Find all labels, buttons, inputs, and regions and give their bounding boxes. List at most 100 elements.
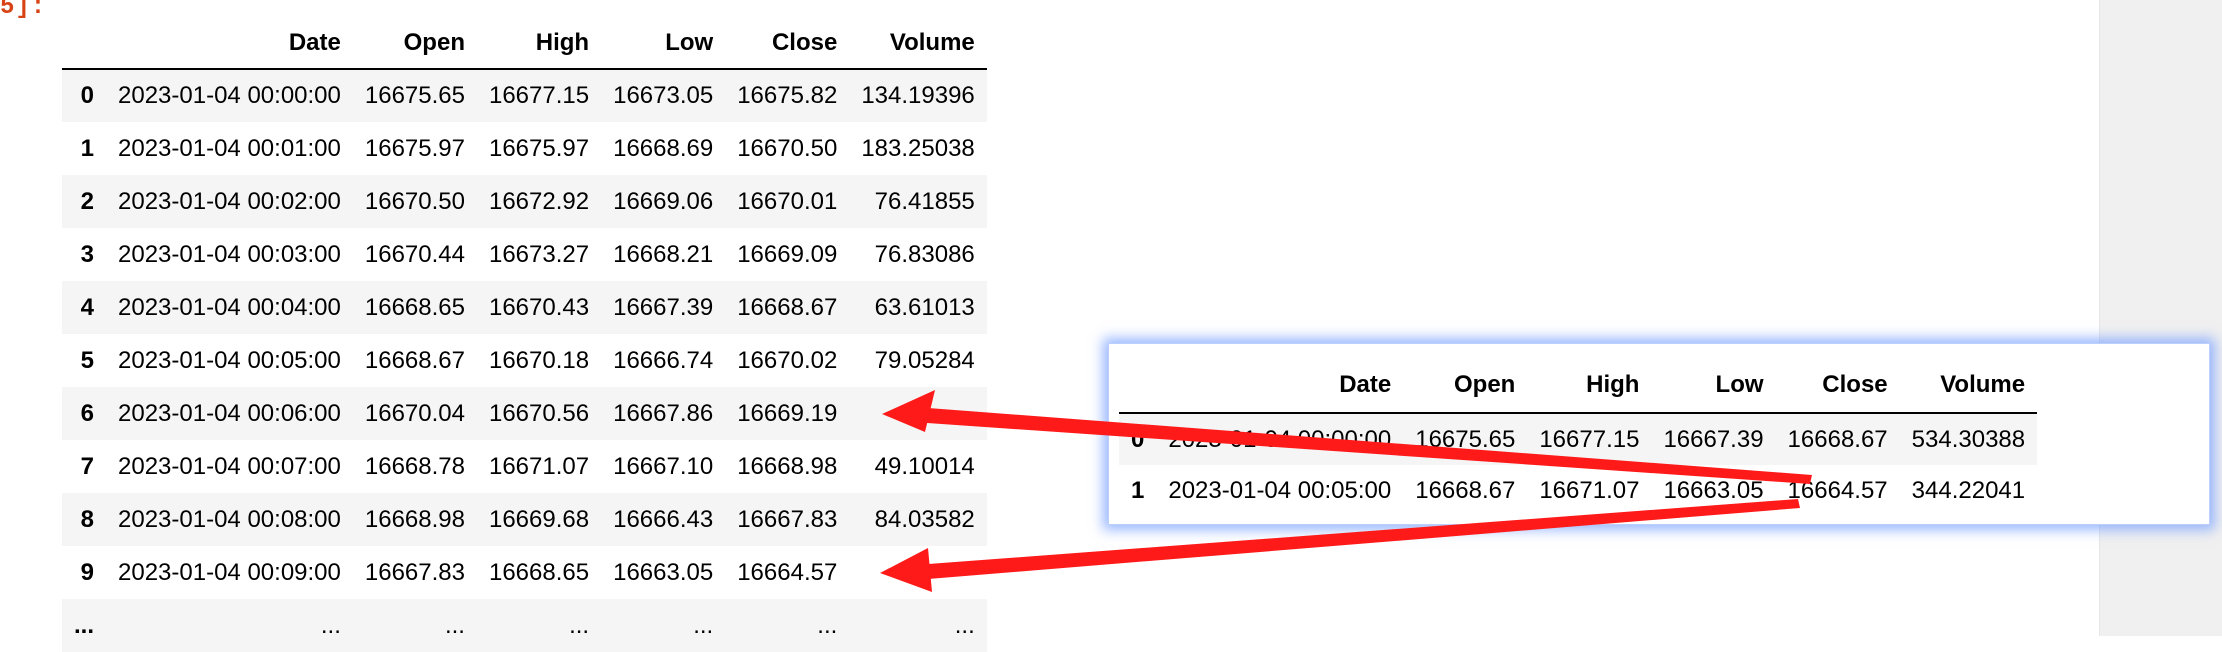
- df-cell-high: 16670.43: [488, 293, 590, 321]
- df-cell-volume: 84.03582: [874, 505, 975, 533]
- resampled-df-header-low: Low: [1651, 358, 1776, 414]
- df-cell-low: 16667.10: [613, 452, 714, 480]
- df-cell-volume: ...: [954, 611, 975, 639]
- df-cell-close: 16664.57: [737, 558, 838, 586]
- resampled-df-cell-date: 2023-01-04 00:00:00: [1168, 425, 1392, 453]
- df-cell-date: 2023-01-04 00:02:00: [118, 187, 341, 215]
- resampled-dataframe-table: Date Open High Low Close Volume 0 2023-01-04 0…: [1119, 358, 2038, 517]
- resampled-df-cell-high: 16677.15: [1539, 425, 1640, 453]
- df-cell-date: 2023-01-04 00:07:00: [118, 452, 341, 480]
- df-cell-high: 16670.18: [488, 346, 590, 374]
- df-cell-close: ...: [817, 611, 838, 639]
- resampled-df-cell-low: 16663.05: [1663, 477, 1764, 504]
- df-row-index: 8: [80, 505, 95, 533]
- df-cell-high: 16669.68: [488, 505, 590, 533]
- resampled-df-cell-high: 16671.07: [1539, 477, 1640, 504]
- df-row-index: 2: [80, 187, 95, 215]
- df-cell-high: 16673.27: [488, 240, 590, 268]
- df-cell-volume: [849, 387, 986, 440]
- df-cell-high: 16672.92: [488, 187, 590, 215]
- resampled-df-header-index: [1119, 358, 1157, 414]
- resampled-df-cell-open: 16668.67: [1415, 477, 1516, 504]
- df-header-high: High: [476, 18, 602, 70]
- df-cell-volume: [849, 546, 986, 599]
- df-row: 7 2023-01-04 00:07:00 16668.78 16671.07 1666…: [62, 440, 987, 493]
- resampled-df-row-index: 0: [1131, 425, 1145, 453]
- resampled-df-header-high: High: [1527, 358, 1652, 414]
- df-row: 9 2023-01-04 00:09:00 16667.83 16668.65 1666…: [62, 546, 987, 599]
- resampled-df-cell-volume: 344.22041: [1911, 477, 2026, 504]
- resampled-df-row: 1 2023-01-04 00:05:00 16668.67 16671.07 1666…: [1119, 465, 2038, 517]
- df-cell-low: 16668.69: [613, 134, 714, 162]
- df-cell-close: 16667.83: [737, 505, 838, 533]
- df-cell-open: 16668.67: [364, 346, 465, 374]
- df-cell-date: 2023-01-04 00:08:00: [118, 505, 341, 533]
- resampled-df-row-index: 1: [1131, 477, 1145, 504]
- df-row-index: 6: [80, 399, 95, 427]
- df-row-index: 0: [80, 82, 95, 109]
- df-cell-volume: 134.19396: [861, 82, 975, 109]
- df-cell-open: 16675.97: [364, 134, 465, 162]
- df-cell-open: 16670.04: [364, 399, 465, 427]
- df-cell-date: 2023-01-04 00:09:00: [118, 558, 341, 586]
- resampled-df-cell-volume: 534.30388: [1911, 425, 2026, 453]
- df-row: 3 2023-01-04 00:03:00 16670.44 16673.27 1666…: [62, 228, 987, 281]
- df-cell-date: 2023-01-04 00:01:00: [118, 134, 341, 162]
- df-cell-low: 16673.05: [613, 82, 714, 109]
- df-cell-low: 16667.86: [613, 399, 714, 427]
- df-cell-date: 2023-01-04 00:06:00: [118, 399, 341, 427]
- df-cell-low: ...: [693, 611, 714, 639]
- df-header-date: Date: [106, 18, 353, 70]
- resampled-df-header-date: Date: [1156, 358, 1404, 414]
- df-cell-open: 16670.44: [364, 240, 465, 268]
- df-cell-volume: 63.61013: [874, 293, 975, 321]
- df-cell-volume: 76.41855: [874, 187, 975, 215]
- resampled-df-header-volume: Volume: [1899, 358, 2038, 414]
- df-cell-high: 16671.07: [488, 452, 590, 480]
- df-row-index: 4: [80, 293, 95, 321]
- resampled-dataframe-card: Date Open High Low Close Volume 0 2023-01-04 0…: [1108, 343, 2210, 525]
- resampled-df-cell-date: 2023-01-04 00:05:00: [1168, 477, 1392, 504]
- df-cell-close: 16670.50: [737, 134, 838, 162]
- df-row: 2 2023-01-04 00:02:00 16670.50 16672.92 1666…: [62, 175, 987, 228]
- df-cell-close: 16669.09: [737, 240, 838, 268]
- df-cell-close: 16668.67: [737, 293, 838, 321]
- df-row-index: 9: [80, 558, 95, 586]
- dataframe-table: Date Open High Low Close Volume 0 2023-01-04 0…: [62, 18, 987, 652]
- df-cell-date: 2023-01-04 00:05:00: [118, 346, 341, 374]
- df-cell-close: 16669.19: [737, 399, 838, 427]
- df-cell-open: 16675.65: [364, 82, 465, 109]
- df-row: 6 2023-01-04 00:06:00 16670.04 16670.56 1666…: [62, 387, 987, 440]
- df-cell-date: ...: [320, 611, 341, 639]
- resampled-df-row: 0 2023-01-04 00:00:00 16675.65 16677.15 1666…: [1119, 413, 2038, 465]
- df-cell-close: 16668.98: [737, 452, 838, 480]
- df-cell-open: ...: [444, 611, 465, 639]
- df-cell-open: 16667.83: [364, 558, 465, 586]
- df-cell-volume: 49.10014: [874, 452, 975, 480]
- df-row-index: ...: [74, 611, 95, 639]
- resampled-df-header-close: Close: [1775, 358, 1900, 414]
- df-row: 5 2023-01-04 00:05:00 16668.67 16670.18 1666…: [62, 334, 987, 387]
- df-row: 0 2023-01-04 00:00:00 16675.65 16677.15 1667…: [62, 69, 987, 122]
- df-cell-high: 16668.65: [488, 558, 590, 586]
- resampled-df-cell-close: 16668.67: [1787, 425, 1888, 453]
- df-header-low: Low: [601, 18, 726, 70]
- df-row-index: 3: [80, 240, 95, 268]
- df-cell-high: 16677.15: [488, 82, 590, 109]
- df-cell-low: 16666.74: [613, 346, 714, 374]
- df-cell-open: 16668.65: [364, 293, 465, 321]
- notebook-scrollbar-gutter[interactable]: [2099, 0, 2222, 636]
- df-row: 1 2023-01-04 00:01:00 16675.97 16675.97 1666…: [62, 122, 987, 175]
- df-header-close: Close: [725, 18, 850, 70]
- df-row-index: 5: [80, 346, 95, 374]
- df-cell-date: 2023-01-04 00:03:00: [118, 240, 341, 268]
- df-row-index: 1: [80, 134, 95, 162]
- df-cell-open: 16670.50: [364, 187, 465, 215]
- df-cell-close: 16675.82: [737, 82, 838, 109]
- resampled-df-header-open: Open: [1403, 358, 1528, 414]
- df-cell-high: 16670.56: [488, 399, 590, 427]
- df-cell-low: 16669.06: [613, 187, 714, 215]
- df-cell-volume: 183.25038: [861, 134, 975, 162]
- df-cell-high: ...: [569, 611, 590, 639]
- df-cell-volume: 79.05284: [874, 346, 975, 374]
